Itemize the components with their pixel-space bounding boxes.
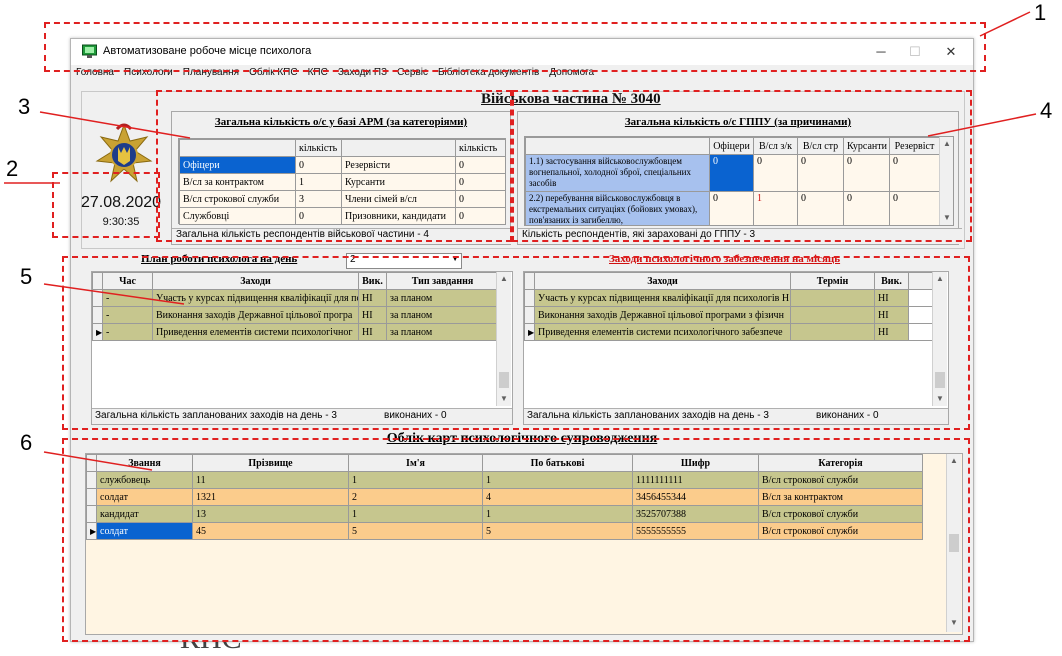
callout-number-1: 1 [1034,0,1047,25]
callout-line-6 [43,451,153,471]
callout-line-3 [39,111,191,139]
callout-number-4: 4 [1040,98,1053,123]
callout-line-1 [979,11,1031,37]
callout-number-6: 6 [20,430,33,455]
callout-lines [4,11,1037,471]
callout-number-2: 2 [6,156,19,181]
callout-line-5 [43,283,185,305]
callout-number-5: 5 [20,264,33,289]
callout-line-4 [927,113,1037,137]
callout-number-3: 3 [18,94,31,119]
